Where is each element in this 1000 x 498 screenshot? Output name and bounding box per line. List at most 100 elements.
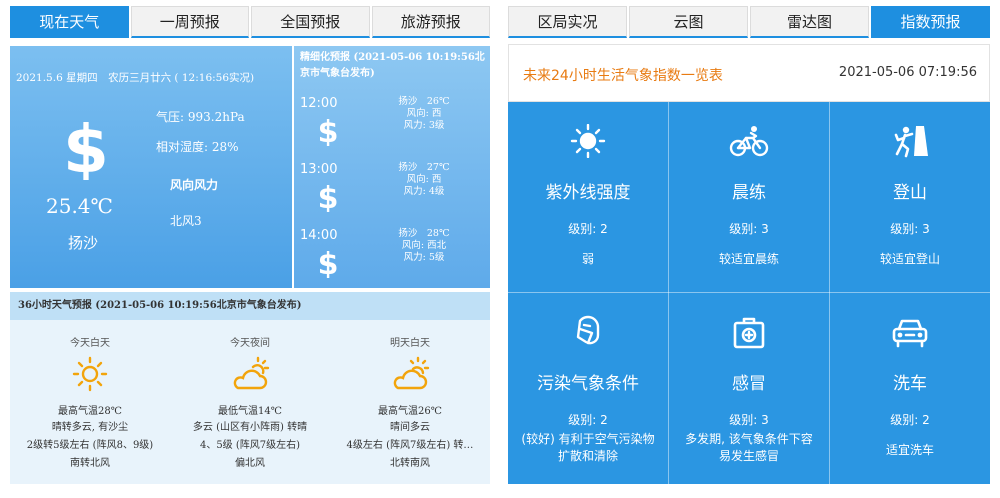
current-temperature: 25.4℃ (46, 194, 113, 218)
fine-forecast-box: 精细化预报 (2021-05-06 10:19:56北京市气象台发布) 12:0… (294, 46, 490, 288)
forecast-weather: 扬沙 28℃ (398, 228, 450, 239)
svg-text:$: $ (318, 115, 339, 146)
forecast-time: 14:00 (300, 228, 338, 243)
index-card-cold[interactable]: 感冒 级别: 3 多发期, 该气象条件下容易发生感冒 (669, 293, 829, 483)
tab-travel-forecast[interactable]: 旅游预报 (371, 6, 490, 38)
index-level: 级别: 3 (729, 413, 769, 427)
forecast-wind-force: 风力: 4级 (403, 186, 445, 197)
tab-index-forecast[interactable]: 指数预报 (871, 6, 990, 38)
forecast-36h-column: 今天白天 最高气温28℃ 晴转多云, 有沙尘 2级转5级左右 (阵风8、9级) … (10, 320, 170, 484)
fine-forecast-row: 12:00 $ 扬沙 26℃ 风向: 西 风力: 3级 (294, 96, 490, 160)
period-temp: 最高气温26℃ (378, 406, 442, 417)
index-time: 2021-05-06 07:19:56 (838, 65, 977, 80)
forecast-info: 扬沙 26℃ 风向: 西 风力: 3级 (374, 96, 474, 132)
index-desc: (较好) 有利于空气污染物扩散和清除 (521, 432, 655, 463)
index-grid: 紫外线强度 级别: 2 弱 晨练 级别: 3 较适宜晨练 登山 级别: 3 较适… (508, 102, 990, 484)
sand-dust-icon: $ (318, 247, 339, 278)
forecast-36h-column: 明天白天 最高气温26℃ 晴间多云 4级左右 (阵风7级左右) 转… 北转南风 (330, 320, 490, 484)
period-title: 今天白天 (70, 338, 110, 349)
period-title: 明天白天 (390, 338, 430, 349)
index-card-uv[interactable]: 紫外线强度 级别: 2 弱 (508, 102, 668, 292)
sand-dust-icon: $ (318, 115, 339, 146)
period-wind-dir: 偏北风 (235, 458, 265, 469)
index-card-climbing[interactable]: 登山 级别: 3 较适宜登山 (830, 102, 990, 292)
mask-icon (576, 315, 600, 345)
period-title: 今天夜间 (230, 338, 270, 349)
tab-weekly-forecast[interactable]: 一周预报 (130, 6, 249, 38)
fine-forecast-header: 精细化预报 (2021-05-06 10:19:56北京市气象台发布) (300, 52, 485, 79)
forecast-wind-force: 风力: 5级 (403, 252, 445, 263)
tab-cloud-image[interactable]: 云图 (629, 6, 748, 38)
svg-text:$: $ (318, 181, 339, 212)
medkit-icon (733, 317, 765, 349)
index-panel: 区局实况 云图 雷达图 指数预报 未来24小时生活气象指数一览表 2021-05… (508, 6, 990, 484)
tab-radar[interactable]: 雷达图 (750, 6, 869, 38)
forecast-weather: 扬沙 27℃ (398, 162, 450, 173)
index-name: 污染气象条件 (537, 374, 639, 394)
current-pressure: 气压: 993.2hPa (156, 110, 245, 124)
period-desc: 晴转多云, 有沙尘 (51, 422, 129, 433)
period-temp: 最低气温14℃ (218, 406, 282, 417)
forecast-wind-dir: 风向: 西 (406, 174, 442, 185)
index-level: 级别: 2 (568, 222, 608, 236)
index-tabs: 区局实况 云图 雷达图 指数预报 (508, 6, 990, 38)
current-humidity: 相对湿度: 28% (156, 140, 239, 154)
car-icon (892, 319, 928, 348)
forecast-info: 扬沙 27℃ 风向: 西 风力: 4级 (374, 162, 474, 198)
current-weather-box: 2021.5.6 星期四 农历三月廿六 ( 12:16:56实况) $ 25.4… (10, 46, 292, 288)
uv-sun-icon (570, 124, 606, 158)
forecast-wind-dir: 风向: 西北 (401, 240, 447, 251)
period-wind: 4级左右 (阵风7级左右) 转… (346, 440, 474, 451)
sand-dust-icon: $ (63, 111, 109, 180)
index-level: 级别: 2 (568, 413, 608, 427)
wind-title: 风向风力 (170, 178, 219, 192)
period-desc: 晴间多云 (390, 422, 430, 433)
current-wind: 北风3 (170, 214, 202, 228)
forecast-36h-header: 36小时天气预报 (2021-05-06 10:19:56北京市气象台发布) (10, 292, 490, 320)
index-level: 级别: 3 (729, 222, 769, 236)
index-level: 级别: 2 (890, 413, 930, 427)
forecast-time: 12:00 (300, 96, 338, 111)
index-name: 紫外线强度 (545, 183, 631, 203)
period-temp: 最高气温28℃ (58, 406, 122, 417)
period-wind-dir: 南转北风 (70, 458, 110, 469)
index-level: 级别: 3 (890, 222, 930, 236)
index-card-pollution[interactable]: 污染气象条件 级别: 2 (较好) 有利于空气污染物扩散和清除 (508, 293, 668, 483)
index-desc: 较适宜晨练 (718, 252, 779, 266)
forecast-36h-column: 今天夜间 最低气温14℃ 多云 (山区有小阵雨) 转晴 4、5级 (阵风7级左右… (170, 320, 330, 484)
index-name: 感冒 (732, 374, 766, 394)
period-wind: 4、5级 (阵风7级左右) (199, 440, 301, 451)
tab-current-weather[interactable]: 现在天气 (10, 6, 129, 38)
forecast-weather: 扬沙 26℃ (398, 96, 450, 107)
svg-text:$: $ (318, 247, 339, 278)
cycling-icon (729, 126, 769, 157)
forecast-info: 扬沙 28℃ 风向: 西北 风力: 5级 (374, 228, 474, 264)
period-wind-dir: 北转南风 (390, 458, 430, 469)
sun-icon (72, 356, 108, 392)
period-desc: 多云 (山区有小阵雨) 转晴 (192, 422, 308, 433)
current-date: 2021.5.6 星期四 农历三月廿六 ( 12:16:56实况) (16, 72, 255, 84)
period-wind: 2级转5级左右 (阵风8、9级) (26, 440, 154, 451)
partly-cloudy-icon (393, 356, 430, 390)
fine-forecast-row: 13:00 $ 扬沙 27℃ 风向: 西 风力: 4级 (294, 162, 490, 226)
index-card-car-wash[interactable]: 洗车 级别: 2 适宜洗车 (830, 293, 990, 483)
forecast-time: 13:00 (300, 162, 338, 177)
forecast-wind-force: 风力: 3级 (403, 120, 445, 131)
tab-district-observation[interactable]: 区局实况 (508, 6, 627, 38)
index-name: 晨练 (732, 183, 766, 203)
index-title: 未来24小时生活气象指数一览表 (523, 68, 723, 84)
tab-national-forecast[interactable]: 全国预报 (251, 6, 370, 38)
index-card-morning-exercise[interactable]: 晨练 级别: 3 较适宜晨练 (669, 102, 829, 292)
index-desc: 弱 (581, 252, 594, 266)
cloud-moon-icon (233, 356, 270, 390)
current-weather: 扬沙 (68, 234, 99, 252)
index-desc: 多发期, 该气象条件下容易发生感冒 (685, 432, 813, 463)
sand-dust-icon: $ (318, 181, 339, 212)
weather-panel: 现在天气 一周预报 全国预报 旅游预报 2021.5.6 星期四 农历三月廿六 … (10, 6, 490, 484)
svg-text:$: $ (63, 111, 109, 180)
index-name: 登山 (893, 183, 927, 203)
index-name: 洗车 (893, 374, 927, 394)
fine-forecast-row: 14:00 $ 扬沙 28℃ 风向: 西北 风力: 5级 (294, 228, 490, 288)
climbing-icon (894, 126, 928, 158)
index-desc: 适宜洗车 (885, 443, 934, 457)
